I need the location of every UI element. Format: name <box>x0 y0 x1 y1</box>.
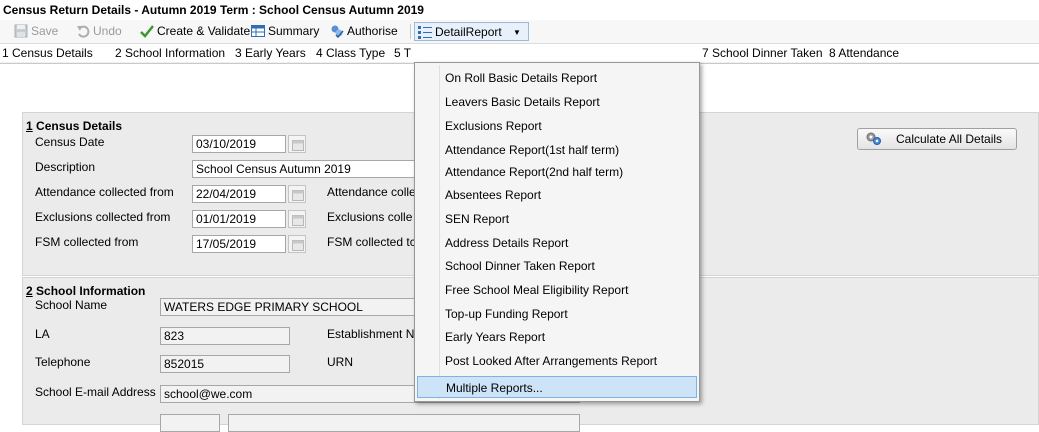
census-date-calendar-button[interactable] <box>288 135 306 153</box>
attendance-to-label: Attendance colle <box>327 185 416 199</box>
la-field[interactable]: 823 <box>160 327 290 345</box>
detail-report-menu: On Roll Basic Details Report Leavers Bas… <box>414 62 700 402</box>
save-icon <box>14 24 28 38</box>
gears-icon <box>866 132 882 152</box>
calendar-icon <box>292 215 304 226</box>
create-validate-button[interactable]: Create & Validate <box>140 22 250 41</box>
census-details-heading: 1 Census Details <box>26 119 123 133</box>
authorise-label: Authorise <box>347 24 398 38</box>
tab-school-dinner-taken[interactable]: 7 School Dinner Taken <box>702 44 823 62</box>
school-field-partial[interactable] <box>160 414 220 432</box>
calendar-icon <box>292 140 304 151</box>
calculate-all-details-button[interactable]: Calculate All Details <box>857 128 1017 150</box>
tab-class-type[interactable]: 4 Class Type <box>316 44 385 62</box>
urn-label: URN <box>327 355 353 369</box>
school-information-heading: 2 School Information <box>26 284 146 298</box>
census-date-label: Census Date <box>35 135 105 149</box>
tab-census-details[interactable]: 1 Census Details <box>2 44 93 62</box>
attendance-from-label: Attendance collected from <box>35 185 174 199</box>
fsm-to-label: FSM collected tc <box>327 235 416 249</box>
create-validate-label: Create & Validate <box>157 24 251 38</box>
tab-early-years[interactable]: 3 Early Years <box>235 44 306 62</box>
telephone-label: Telephone <box>35 355 91 369</box>
summary-label: Summary <box>268 24 320 38</box>
menu-item-attendance-2nd-half[interactable]: Attendance Report(2nd half term) <box>445 161 623 183</box>
menu-item-absentees[interactable]: Absentees Report <box>445 184 541 206</box>
menu-gutter <box>439 65 440 399</box>
authorise-button[interactable]: Authorise <box>330 22 398 41</box>
menu-item-leavers-basic-details[interactable]: Leavers Basic Details Report <box>445 91 600 113</box>
summary-table-icon <box>251 24 265 38</box>
menu-item-multiple-reports[interactable]: Multiple Reports... <box>417 376 697 398</box>
window-title: Census Return Details - Autumn 2019 Term… <box>0 0 1039 20</box>
menu-item-exclusions[interactable]: Exclusions Report <box>445 115 542 137</box>
menu-item-address-details[interactable]: Address Details Report <box>445 232 568 254</box>
email-label: School E-mail Address <box>35 385 156 399</box>
census-date-field[interactable]: 03/10/2019 <box>192 135 286 153</box>
detail-report-label: DetailReport <box>435 25 502 39</box>
menu-item-school-dinner-taken[interactable]: School Dinner Taken Report <box>445 255 595 277</box>
tab-attendance[interactable]: 8 Attendance <box>829 44 899 62</box>
exclusions-from-calendar-button[interactable] <box>288 210 306 228</box>
school-name-label: School Name <box>35 298 108 312</box>
menu-item-attendance-1st-half[interactable]: Attendance Report(1st half term) <box>445 139 619 161</box>
calculate-all-label: Calculate All Details <box>896 132 1003 146</box>
menu-item-top-up-funding[interactable]: Top-up Funding Report <box>445 303 568 325</box>
chevron-down-icon: ▼ <box>513 28 521 37</box>
undo-icon <box>76 24 90 38</box>
la-label: LA <box>35 327 50 341</box>
menu-item-on-roll-basic-details[interactable]: On Roll Basic Details Report <box>445 67 597 89</box>
summary-button[interactable]: Summary <box>251 22 319 41</box>
attendance-from-calendar-button[interactable] <box>288 185 306 203</box>
save-label: Save <box>31 24 59 38</box>
tab-school-information[interactable]: 2 School Information <box>115 44 225 62</box>
description-label: Description <box>35 160 96 174</box>
list-icon <box>418 25 432 39</box>
toolbar-separator <box>410 24 411 39</box>
establishment-number-label: Establishment N <box>327 327 415 341</box>
tab-5[interactable]: 5 T <box>394 44 411 62</box>
description-field[interactable]: School Census Autumn 2019 <box>192 160 422 178</box>
menu-item-early-years[interactable]: Early Years Report <box>445 326 545 348</box>
calendar-icon <box>292 190 304 201</box>
menu-item-post-looked-after[interactable]: Post Looked After Arrangements Report <box>445 350 657 372</box>
save-button[interactable]: Save <box>14 22 58 41</box>
menu-item-fsm-eligibility[interactable]: Free School Meal Eligibility Report <box>445 279 628 301</box>
school-field-partial-2[interactable] <box>228 414 580 432</box>
fsm-from-calendar-button[interactable] <box>288 235 306 253</box>
toolbar: Save Undo Create & Validate Summary Auth… <box>0 20 1039 44</box>
calendar-icon <box>292 240 304 251</box>
authorise-icon <box>330 24 344 39</box>
census-return-window: Census Return Details - Autumn 2019 Term… <box>0 0 1039 432</box>
exclusions-from-field[interactable]: 01/01/2019 <box>192 210 286 228</box>
undo-label: Undo <box>93 24 122 38</box>
fsm-from-label: FSM collected from <box>35 235 139 249</box>
exclusions-from-label: Exclusions collected from <box>35 210 171 224</box>
checkmark-icon <box>140 24 154 38</box>
undo-button[interactable]: Undo <box>76 22 122 41</box>
section-tabs: 1 Census Details 2 School Information 3 … <box>0 44 1039 62</box>
telephone-field[interactable]: 852015 <box>160 355 290 373</box>
school-name-field[interactable]: WATERS EDGE PRIMARY SCHOOL <box>160 298 440 316</box>
fsm-from-field[interactable]: 17/05/2019 <box>192 235 286 253</box>
menu-item-sen[interactable]: SEN Report <box>445 208 509 230</box>
detail-report-dropdown[interactable]: DetailReport ▼ <box>414 22 529 41</box>
attendance-from-field[interactable]: 22/04/2019 <box>192 185 286 203</box>
exclusions-to-label: Exclusions colle <box>327 210 413 224</box>
